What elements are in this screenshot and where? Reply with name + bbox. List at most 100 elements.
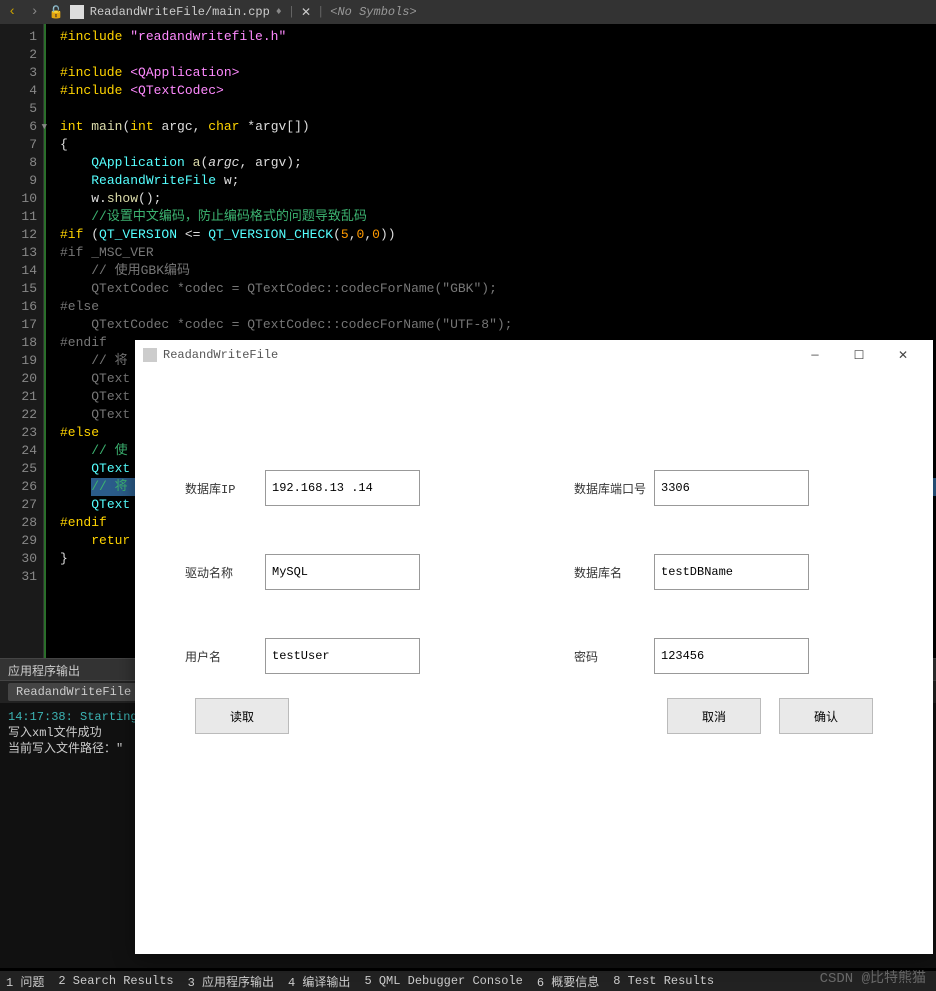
watermark: CSDN @比特熊猫 (820, 967, 926, 987)
status-bar: 1 问题 2 Search Results 3 应用程序输出 4 编译输出 5 QML … (0, 971, 936, 991)
code-line[interactable]: #else (60, 298, 936, 316)
pwd-label: 密码 (574, 648, 654, 665)
dialog-titlebar[interactable]: ReadandWriteFile — ☐ ✕ (135, 340, 933, 370)
line-number: 13 (0, 244, 37, 262)
line-number: 24 (0, 442, 37, 460)
status-item[interactable]: 3 应用程序输出 (188, 973, 274, 990)
status-item[interactable]: 2 Search Results (58, 974, 173, 988)
minimize-icon[interactable]: — (793, 340, 837, 370)
line-number: 15 (0, 280, 37, 298)
status-item[interactable]: 8 Test Results (613, 974, 714, 988)
status-item[interactable]: 6 概要信息 (537, 973, 599, 990)
nav-back-icon[interactable]: ‹ (4, 4, 20, 20)
dbname-input[interactable] (654, 554, 809, 590)
dialog-button-row: 读取 取消 确认 (135, 698, 933, 734)
line-number: 8 (0, 154, 37, 172)
code-line[interactable]: QApplication a(argc, argv); (60, 154, 936, 172)
dbname-label: 数据库名 (574, 564, 654, 581)
code-line[interactable]: //设置中文编码，防止编码格式的问题导致乱码 (60, 208, 936, 226)
line-number: 6▼ (0, 118, 37, 136)
pwd-input[interactable] (654, 638, 809, 674)
code-line[interactable]: #if _MSC_VER (60, 244, 936, 262)
line-number: 31 (0, 568, 37, 586)
line-number: 29 (0, 532, 37, 550)
maximize-icon[interactable]: ☐ (837, 340, 881, 370)
line-number: 7 (0, 136, 37, 154)
line-number: 17 (0, 316, 37, 334)
line-number-gutter: 123456▼789101112131415161718192021222324… (0, 24, 44, 658)
line-number: 25 (0, 460, 37, 478)
line-number: 20 (0, 370, 37, 388)
editor-toolbar: ‹ › 🔓 ReadandWriteFile/main.cpp ♦ | ✕ | … (0, 0, 936, 24)
line-number: 12 (0, 226, 37, 244)
field-dbport: 数据库端口号 (574, 470, 883, 506)
code-line[interactable]: w.show(); (60, 190, 936, 208)
app-icon (143, 348, 157, 362)
dbport-input[interactable] (654, 470, 809, 506)
line-number: 23 (0, 424, 37, 442)
dbip-label: 数据库IP (185, 480, 265, 497)
driver-label: 驱动名称 (185, 564, 265, 581)
code-line[interactable]: ReadandWriteFile w; (60, 172, 936, 190)
status-item[interactable]: 1 问题 (6, 973, 44, 990)
line-number: 4 (0, 82, 37, 100)
line-number: 11 (0, 208, 37, 226)
status-item[interactable]: 4 编译输出 (288, 973, 350, 990)
line-number: 10 (0, 190, 37, 208)
dialog-body: 数据库IP 数据库端口号 驱动名称 数据库名 用户名 密码 (135, 370, 933, 714)
code-line[interactable]: #include "readandwritefile.h" (60, 28, 936, 46)
line-number: 30 (0, 550, 37, 568)
line-number: 3 (0, 64, 37, 82)
separator: | (317, 5, 324, 19)
status-item[interactable]: 5 QML Debugger Console (364, 974, 522, 988)
line-number: 22 (0, 406, 37, 424)
line-number: 5 (0, 100, 37, 118)
nav-forward-icon[interactable]: › (26, 4, 42, 20)
code-line[interactable]: #include <QApplication> (60, 64, 936, 82)
line-number: 19 (0, 352, 37, 370)
file-icon (70, 5, 84, 19)
separator: | (288, 5, 295, 19)
code-line[interactable]: // 使用GBK编码 (60, 262, 936, 280)
dbip-input[interactable] (265, 470, 420, 506)
field-pwd: 密码 (574, 638, 883, 674)
ok-button[interactable]: 确认 (779, 698, 873, 734)
code-line[interactable]: int main(int argc, char *argv[]) (60, 118, 936, 136)
code-line[interactable]: { (60, 136, 936, 154)
field-dbip: 数据库IP (185, 470, 494, 506)
code-line[interactable]: #include <QTextCodec> (60, 82, 936, 100)
line-number: 16 (0, 298, 37, 316)
file-path[interactable]: ReadandWriteFile/main.cpp (90, 5, 270, 19)
line-number: 26 (0, 478, 37, 496)
code-line[interactable] (60, 100, 936, 118)
user-label: 用户名 (185, 648, 265, 665)
line-number: 21 (0, 388, 37, 406)
dialog-window: ReadandWriteFile — ☐ ✕ 数据库IP 数据库端口号 驱动名称… (135, 340, 933, 954)
field-dbname: 数据库名 (574, 554, 883, 590)
line-number: 1 (0, 28, 37, 46)
line-number: 28 (0, 514, 37, 532)
line-number: 14 (0, 262, 37, 280)
symbols-dropdown[interactable]: <No Symbols> (330, 5, 416, 19)
cancel-button[interactable]: 取消 (667, 698, 761, 734)
dbport-label: 数据库端口号 (574, 480, 654, 497)
code-line[interactable]: QTextCodec *codec = QTextCodec::codecFor… (60, 280, 936, 298)
output-tab[interactable]: ReadandWriteFile (8, 683, 139, 701)
user-input[interactable] (265, 638, 420, 674)
read-button[interactable]: 读取 (195, 698, 289, 734)
lock-icon[interactable]: 🔓 (49, 5, 64, 20)
line-number: 2 (0, 46, 37, 64)
close-tab-icon[interactable]: ✕ (301, 5, 311, 20)
dialog-title: ReadandWriteFile (163, 348, 793, 362)
code-line[interactable]: #if (QT_VERSION <= QT_VERSION_CHECK(5,0,… (60, 226, 936, 244)
code-line[interactable] (60, 46, 936, 64)
field-user: 用户名 (185, 638, 494, 674)
line-number: 27 (0, 496, 37, 514)
close-icon[interactable]: ✕ (881, 340, 925, 370)
driver-input[interactable] (265, 554, 420, 590)
line-number: 18 (0, 334, 37, 352)
field-driver: 驱动名称 (185, 554, 494, 590)
file-dropdown-icon[interactable]: ♦ (276, 7, 282, 18)
code-line[interactable]: QTextCodec *codec = QTextCodec::codecFor… (60, 316, 936, 334)
line-number: 9 (0, 172, 37, 190)
